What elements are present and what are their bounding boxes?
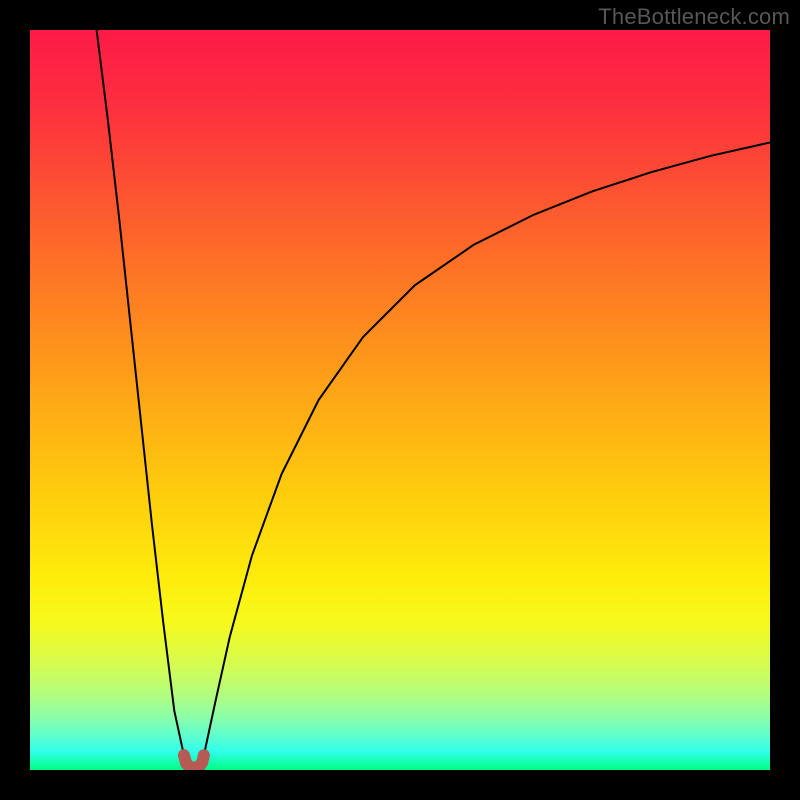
curve-left-branch	[97, 30, 184, 755]
curve-right-branch	[204, 142, 770, 755]
chart-frame: TheBottleneck.com	[0, 0, 800, 800]
attribution-text: TheBottleneck.com	[598, 4, 790, 30]
bottleneck-marker	[184, 755, 204, 768]
plot-area	[30, 30, 770, 770]
curve-layer	[30, 30, 770, 770]
